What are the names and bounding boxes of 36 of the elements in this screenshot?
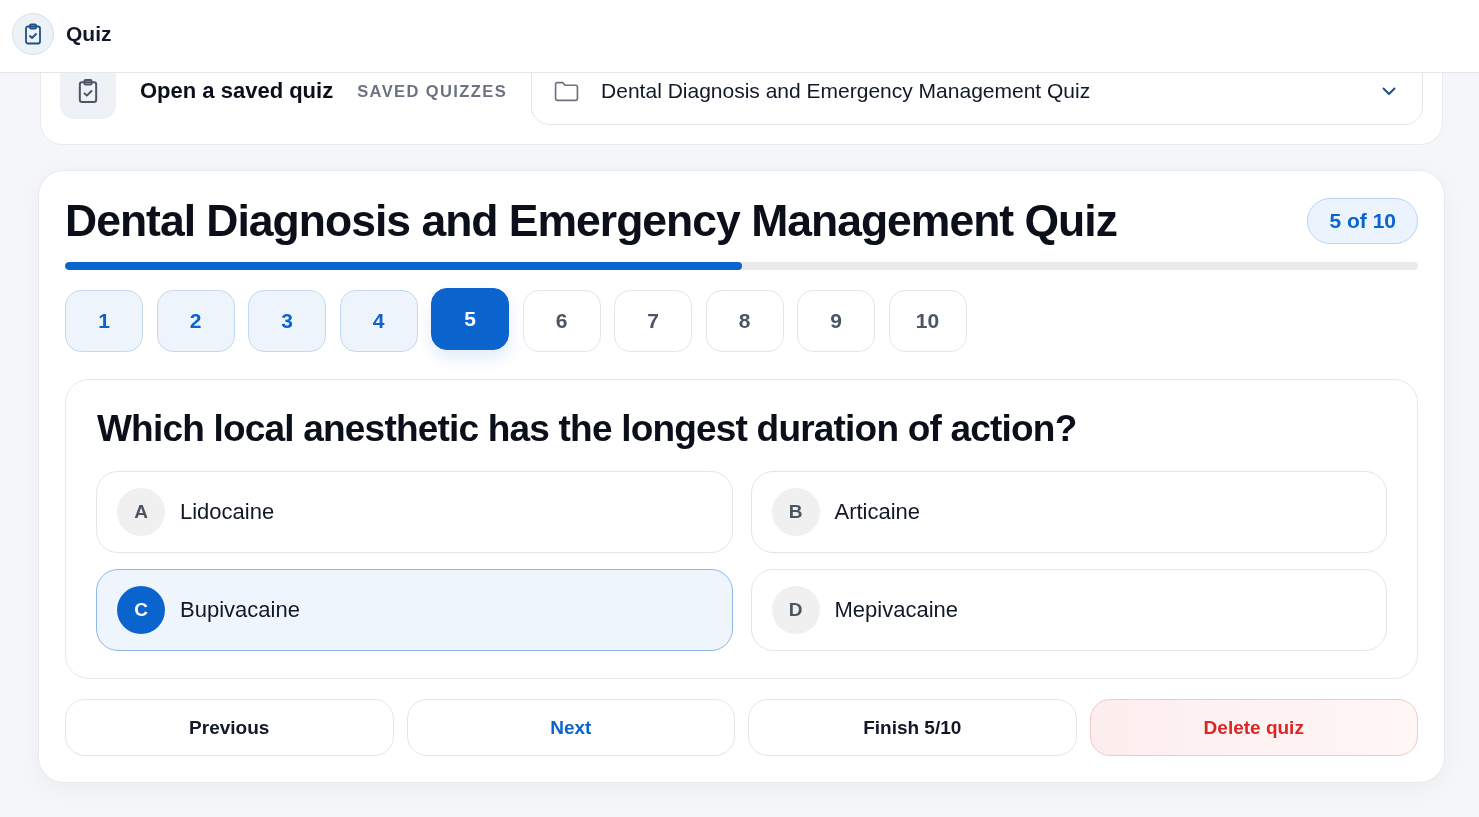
question-number-button[interactable]: 1 bbox=[65, 290, 143, 352]
clipboard-check-icon bbox=[12, 13, 54, 55]
question-number-button[interactable]: 6 bbox=[522, 290, 601, 352]
question-text: Which local anesthetic has the longest duration of action? bbox=[97, 407, 1078, 451]
question-number-button[interactable]: 10 bbox=[888, 290, 967, 352]
question-number-button[interactable]: 8 bbox=[705, 290, 784, 352]
option-text: Bupivacaine bbox=[180, 597, 300, 623]
question-number-button[interactable]: 3 bbox=[248, 290, 326, 352]
folder-icon bbox=[554, 80, 580, 102]
action-button[interactable]: Next bbox=[406, 699, 735, 756]
action-button[interactable]: Previous bbox=[65, 699, 394, 756]
answer-option[interactable]: C Bupivacaine bbox=[96, 569, 733, 651]
question-number-button[interactable]: 4 bbox=[339, 290, 418, 352]
option-text: Mepivacaine bbox=[834, 597, 958, 623]
app-title: Quiz bbox=[66, 22, 112, 46]
answer-option[interactable]: B Articaine bbox=[750, 471, 1387, 553]
delete-button[interactable]: Delete quiz bbox=[1089, 699, 1418, 756]
option-letter: B bbox=[771, 488, 820, 536]
question-number-button[interactable]: 7 bbox=[614, 290, 692, 352]
question-number-button[interactable]: 2 bbox=[156, 290, 235, 352]
chevron-down-icon bbox=[1382, 86, 1396, 96]
option-text: Articaine bbox=[834, 499, 921, 525]
question-number-button[interactable]: 9 bbox=[797, 290, 875, 352]
option-letter: C bbox=[117, 586, 165, 634]
option-letter: A bbox=[117, 488, 165, 536]
quiz-title: Dental Diagnosis and Emergency Management Quiz bbox=[65, 196, 1117, 246]
question-number-button[interactable]: 5 bbox=[431, 288, 509, 350]
option-text: Lidocaine bbox=[180, 499, 275, 525]
saved-quiz-select[interactable]: Dental Diagnosis and Emergency Management Quiz bbox=[531, 73, 1423, 125]
question-count-badge: 5 of 10 bbox=[1307, 198, 1418, 244]
saved-quizzes-label: SAVED QUIZZES bbox=[357, 81, 508, 101]
option-letter: D bbox=[771, 586, 820, 634]
answer-option[interactable]: A Lidocaine bbox=[96, 471, 733, 553]
action-button[interactable]: Finish 5/10 bbox=[748, 699, 1077, 756]
answer-option[interactable]: D Mepivacaine bbox=[750, 569, 1387, 651]
saved-quiz-heading: Open a saved quiz bbox=[140, 78, 334, 104]
